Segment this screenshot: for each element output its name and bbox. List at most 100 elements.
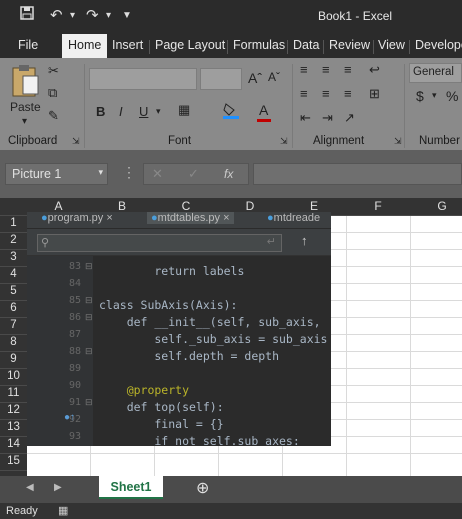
cancel-icon[interactable]: ✕ [152, 166, 163, 182]
tab-home[interactable]: Home [62, 34, 108, 58]
italic-button[interactable]: I [119, 104, 123, 119]
number-group-label: Number [419, 135, 460, 147]
percent-button[interactable]: % [446, 88, 458, 104]
ide-search-field: ⚲ ↵ [37, 234, 282, 252]
grow-font-button[interactable]: Aˆ [248, 70, 262, 86]
tab-view[interactable]: View [378, 38, 405, 52]
column-header[interactable]: C [154, 199, 218, 213]
align-top-icon[interactable]: ≡ [300, 62, 308, 77]
code-line: self.depth = depth [99, 349, 280, 363]
row-header[interactable]: 6 [0, 301, 27, 318]
wrap-text-icon[interactable]: ↩ [369, 62, 380, 78]
paste-button[interactable]: Paste [10, 100, 41, 114]
row-header[interactable]: 12 [0, 403, 27, 420]
python-icon: ● [267, 212, 274, 224]
picture-1[interactable]: ●program.py × ●mtdtables.py × ●mtdreade … [27, 212, 331, 446]
status-bar: Ready ▦ [0, 503, 462, 519]
row-header[interactable]: 10 [0, 369, 27, 386]
copy-icon[interactable]: ⧉ [48, 85, 57, 101]
column-header[interactable]: F [346, 199, 410, 213]
column-header[interactable]: A [27, 199, 90, 213]
font-color-button[interactable]: A [259, 102, 268, 118]
status-text: Ready [6, 505, 38, 517]
code-line: @property [99, 383, 190, 397]
row-header[interactable]: 13 [0, 420, 27, 437]
tab-data[interactable]: Data [293, 38, 319, 52]
chevron-down-icon[interactable]: ▾ [156, 106, 161, 117]
sheet-tab[interactable]: Sheet1 [99, 476, 163, 499]
tab-review[interactable]: Review [329, 38, 370, 52]
column-header[interactable]: G [410, 199, 462, 213]
column-header[interactable]: E [282, 199, 346, 213]
select-all-button[interactable] [0, 198, 27, 216]
column-header[interactable]: B [90, 199, 154, 213]
chevron-down-icon[interactable]: ▾ [432, 90, 437, 101]
number-format-dropdown[interactable]: General [409, 63, 462, 83]
orientation-icon[interactable]: ↗ [344, 110, 355, 126]
align-bottom-icon[interactable]: ≡ [344, 62, 352, 77]
dialog-launcher-icon[interactable]: ⇲ [280, 136, 288, 147]
redo-icon[interactable]: ↷ [86, 6, 99, 24]
decrease-indent-icon[interactable]: ⇤ [300, 110, 311, 126]
undo-icon[interactable]: ↶ [50, 6, 63, 24]
chevron-down-icon[interactable]: ▾ [106, 10, 111, 21]
underline-button[interactable]: U [139, 104, 148, 119]
align-left-icon[interactable]: ≡ [300, 86, 308, 101]
bold-button[interactable]: B [96, 104, 105, 119]
scroll-left-icon[interactable]: ◀ [26, 482, 34, 493]
align-center-icon[interactable]: ≡ [322, 86, 330, 101]
scroll-right-icon[interactable]: ▶ [54, 482, 62, 493]
row-header[interactable]: 14 [0, 437, 27, 454]
increase-indent-icon[interactable]: ⇥ [322, 110, 333, 126]
row-header[interactable]: 7 [0, 318, 27, 335]
row-header[interactable]: 9 [0, 352, 27, 369]
format-painter-icon[interactable]: ✎ [48, 108, 59, 124]
ide-tab: ●mtdreade [267, 212, 320, 224]
tab-page-layout[interactable]: Page Layout [155, 38, 225, 52]
shrink-font-button[interactable]: Aˇ [268, 70, 280, 84]
fill-color-icon[interactable] [222, 102, 240, 123]
chevron-down-icon[interactable]: ▾ [70, 10, 75, 21]
drag-handle-icon[interactable]: ⋮ [122, 164, 136, 181]
tab-insert[interactable]: Insert [112, 38, 143, 52]
macro-record-icon[interactable]: ▦ [58, 504, 68, 517]
name-box[interactable]: Picture 1 ▾ [5, 163, 108, 185]
code-line: return labels [99, 264, 245, 278]
row-header[interactable]: 1 [0, 216, 27, 233]
currency-button[interactable]: $ [416, 88, 424, 104]
add-sheet-icon[interactable]: ⊕ [196, 478, 209, 498]
row-header[interactable]: 2 [0, 233, 27, 250]
align-middle-icon[interactable]: ≡ [322, 62, 330, 77]
row-header[interactable]: 11 [0, 386, 27, 403]
code-line: self._sub_axis = sub_axis [99, 332, 328, 346]
formula-input[interactable] [253, 163, 462, 185]
column-header[interactable]: D [218, 199, 282, 213]
cut-icon[interactable]: ✂ [48, 63, 59, 79]
dialog-launcher-icon[interactable]: ⇲ [72, 136, 80, 147]
save-icon[interactable] [20, 6, 34, 24]
ide-tab-label: program.py [47, 212, 104, 224]
borders-icon[interactable]: ▦ [178, 102, 190, 118]
font-color-bar [257, 119, 271, 122]
row-header[interactable]: 8 [0, 335, 27, 352]
line-number: 87 [68, 329, 81, 340]
tab-file[interactable]: File [18, 38, 38, 52]
font-name-dropdown[interactable] [89, 68, 197, 90]
paste-icon[interactable] [10, 64, 40, 101]
row-header[interactable]: 15 [0, 454, 27, 471]
font-size-dropdown[interactable] [200, 68, 242, 90]
row-header[interactable]: 4 [0, 267, 27, 284]
insert-function-button[interactable]: fx [224, 167, 233, 181]
row-header[interactable]: 3 [0, 250, 27, 267]
row-header[interactable]: 5 [0, 284, 27, 301]
chevron-down-icon[interactable]: ▾ [22, 116, 27, 127]
tab-developer[interactable]: Develope [415, 38, 462, 52]
customize-icon[interactable]: ▼ [122, 10, 132, 21]
merge-center-icon[interactable]: ⊞ [369, 86, 380, 102]
dialog-launcher-icon[interactable]: ⇲ [394, 136, 402, 147]
enter-icon[interactable]: ✓ [188, 166, 199, 182]
fold-icon: ⊟ [85, 261, 93, 271]
tab-formulas[interactable]: Formulas [233, 38, 285, 52]
chevron-down-icon[interactable]: ▾ [98, 167, 103, 178]
align-right-icon[interactable]: ≡ [344, 86, 352, 101]
